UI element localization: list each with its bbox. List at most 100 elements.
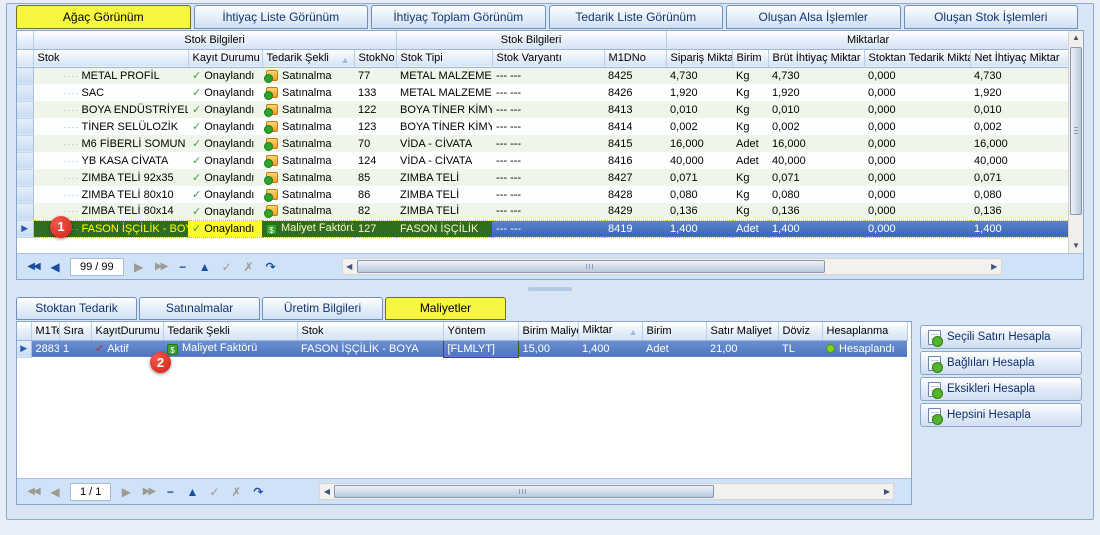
- tab-olusan-stok[interactable]: Oluşan Stok İşlemleri: [903, 5, 1078, 29]
- col-doviz[interactable]: Döviz: [778, 322, 823, 341]
- col-satir-maliyet[interactable]: Satır Maliyet: [706, 322, 779, 341]
- col-net-ihtiyac[interactable]: Net İhtiyaç Miktar: [970, 49, 1071, 68]
- tab-maliyetler[interactable]: Maliyetler: [385, 297, 506, 320]
- table-row[interactable]: ···· ZIMBA TELİ 80x10 ✓ Onaylandı Satınalma 8…: [17, 186, 1071, 204]
- tab-stoktan-tedarik[interactable]: Stoktan Tedarik: [16, 297, 137, 320]
- tab-satinalmalar[interactable]: Satınalmalar: [139, 297, 260, 320]
- col-birim[interactable]: Birim: [732, 49, 769, 68]
- nav-refresh-button[interactable]: ↷: [260, 260, 282, 274]
- col-kayit-durumu[interactable]: KayıtDurumu: [91, 322, 164, 341]
- col-stok[interactable]: Stok: [33, 49, 189, 68]
- table-row[interactable]: ···· M6 FİBERLİ SOMUN ✓ Onaylandı Satınalma 7…: [17, 135, 1071, 153]
- calc-selected-row-button[interactable]: Seçili Satırı Hesapla: [920, 325, 1082, 349]
- tab-olusan-alsa[interactable]: Oluşan Alsa İşlemler: [726, 5, 901, 29]
- col-hesaplanma[interactable]: Hesaplanma: [822, 322, 908, 341]
- splitter-handle[interactable]: [16, 285, 1084, 293]
- col-stok-varyanti[interactable]: Stok Varyantı: [492, 49, 605, 68]
- table-row[interactable]: ···· TİNER SELÜLOZİK ✓ Onaylandı Satınalma 12…: [17, 118, 1071, 136]
- calc-doc-clock-icon: [928, 329, 943, 347]
- tree-line-icon: ····: [63, 172, 80, 183]
- col-birim-maliyet[interactable]: Birim Maliyet: [518, 322, 579, 341]
- nav-delete-button[interactable]: −: [172, 260, 194, 274]
- table-row-selected[interactable]: ▶····FASON İŞÇİLİK - BOYA✓Onaylandı$Mali…: [17, 219, 1071, 238]
- col-brut-ihtiyac[interactable]: Brüt İhtiyaç Miktar: [768, 49, 865, 68]
- nav-commit-button[interactable]: ✓: [216, 260, 238, 274]
- scroll-left-icon[interactable]: ◀: [320, 487, 333, 496]
- col-stoktan-tedarik[interactable]: Stoktan Tedarik Miktar: [864, 49, 971, 68]
- scroll-up-icon[interactable]: ▲: [1069, 31, 1083, 45]
- nav-prev-button[interactable]: ◀: [44, 485, 66, 499]
- calc-doc-clock-icon: [928, 355, 943, 373]
- col-siparis-miktar[interactable]: Sipariş Miktar: [666, 49, 733, 68]
- purchase-icon: [264, 137, 278, 151]
- nav-cancel-button[interactable]: ✗: [225, 485, 247, 499]
- scroll-left-icon[interactable]: ◀: [343, 262, 356, 271]
- col-sira[interactable]: Sıra: [59, 322, 92, 341]
- horizontal-scroll-thumb[interactable]: [334, 485, 715, 498]
- nav-last-button[interactable]: ▶▶: [137, 486, 159, 497]
- check-icon: ✓: [192, 189, 202, 201]
- vertical-scroll-thumb[interactable]: [1070, 47, 1082, 215]
- purchase-icon: [264, 86, 278, 100]
- annotation-badge-1: 1: [50, 216, 72, 238]
- table-row[interactable]: ···· ZIMBA TELİ 92x35 ✓ Onaylandı Satınalma 8…: [17, 169, 1071, 187]
- column-header-row: Stok Kayıt Durumu ▲ Tedarik Şekli StokNo …: [17, 49, 1071, 68]
- col-m1te[interactable]: M1Te: [31, 322, 60, 341]
- horizontal-scroll-thumb[interactable]: [356, 260, 825, 273]
- table-row[interactable]: ···· YB KASA CİVATA ✓ Onaylandı Satınalma 124…: [17, 152, 1071, 170]
- tree-line-icon: ····: [63, 104, 80, 115]
- tab-ihtiyac-liste[interactable]: İhtiyaç Liste Görünüm: [193, 5, 368, 29]
- col-kayit-durumu[interactable]: Kayıt Durumu: [188, 49, 263, 68]
- nav-last-button[interactable]: ▶▶: [150, 261, 172, 272]
- horizontal-scrollbar[interactable]: ◀ ▶: [341, 258, 1002, 275]
- table-row[interactable]: ···· ZIMBA TELİ 80x14 ✓ Onaylandı Satınalma 8…: [17, 203, 1071, 221]
- check-icon: ✓: [192, 70, 202, 83]
- nav-delete-button[interactable]: −: [159, 485, 181, 499]
- nav-commit-button[interactable]: ✓: [203, 485, 225, 499]
- tab-ihtiyac-toplam[interactable]: İhtiyaç Toplam Görünüm: [371, 5, 546, 29]
- check-icon: ✓: [192, 205, 202, 218]
- table-row-selected[interactable]: ▶ 2883 1 ✓ Aktif $ Maliyet Faktörü FASON İ…: [17, 339, 907, 358]
- nav-next-button[interactable]: ▶: [128, 260, 150, 274]
- calc-linked-button[interactable]: Bağlıları Hesapla: [920, 351, 1082, 375]
- calc-all-button[interactable]: Hepsini Hesapla: [920, 403, 1082, 427]
- col-tedarik-sekli[interactable]: Tedarik Şekli: [163, 322, 298, 341]
- tree-line-icon: ····: [63, 155, 80, 166]
- scroll-right-icon[interactable]: ▶: [988, 262, 1001, 271]
- check-icon: ✓: [192, 172, 202, 184]
- col-m1dno[interactable]: M1DNo: [604, 49, 667, 68]
- purchase-icon: [264, 171, 278, 185]
- method-cell: [FLMLYT]: [442, 339, 519, 358]
- tree-line-icon: ····: [63, 121, 80, 132]
- nav-edit-button[interactable]: ▲: [181, 485, 203, 499]
- col-stok[interactable]: Stok: [297, 322, 444, 341]
- horizontal-scrollbar[interactable]: ◀ ▶: [319, 483, 895, 500]
- col-birim[interactable]: Birim: [642, 322, 707, 341]
- sort-asc-icon: ▲: [340, 54, 350, 65]
- nav-first-button[interactable]: ◀◀: [22, 486, 44, 497]
- col-stok-tipi[interactable]: Stok Tipi: [396, 49, 493, 68]
- scroll-right-icon[interactable]: ▶: [880, 487, 893, 496]
- tab-uretim-bilgileri[interactable]: Üretim Bilgileri: [262, 297, 383, 320]
- col-stokno[interactable]: StokNo: [354, 49, 397, 68]
- scroll-down-icon[interactable]: ▼: [1069, 239, 1083, 253]
- nav-refresh-button[interactable]: ↷: [247, 485, 269, 499]
- table-row[interactable]: ···· SAC ✓ Onaylandı Satınalma 133 METAL MALZE…: [17, 84, 1071, 102]
- tab-agac-gorunum[interactable]: Ağaç Görünüm: [16, 5, 191, 29]
- calculated-status-icon: [826, 343, 835, 353]
- table-row[interactable]: ····BOYA ENDÜSTRİYEL GR✓OnaylandıSatınal…: [17, 101, 1071, 119]
- nav-next-button[interactable]: ▶: [115, 485, 137, 499]
- col-yontem[interactable]: Yöntem: [443, 322, 519, 341]
- col-tedarik-sekli[interactable]: ▲ Tedarik Şekli: [262, 49, 355, 68]
- table-row[interactable]: ···· METAL PROFİL ✓ Onaylandı Satınalma 77 MET…: [17, 67, 1071, 85]
- unit-cost-editor[interactable]: 15,00: [518, 340, 578, 357]
- nav-cancel-button[interactable]: ✗: [238, 260, 260, 274]
- col-miktar[interactable]: ▲ Miktar: [578, 322, 643, 341]
- tree-line-icon: ····: [63, 189, 80, 200]
- nav-edit-button[interactable]: ▲: [194, 260, 216, 274]
- vertical-scrollbar[interactable]: ▲ ▼: [1068, 31, 1083, 253]
- tab-tedarik-liste[interactable]: Tedarik Liste Görünüm: [548, 5, 723, 29]
- nav-prev-button[interactable]: ◀: [44, 260, 66, 274]
- nav-first-button[interactable]: ◀◀: [22, 261, 44, 272]
- calc-missing-button[interactable]: Eksikleri Hesapla: [920, 377, 1082, 401]
